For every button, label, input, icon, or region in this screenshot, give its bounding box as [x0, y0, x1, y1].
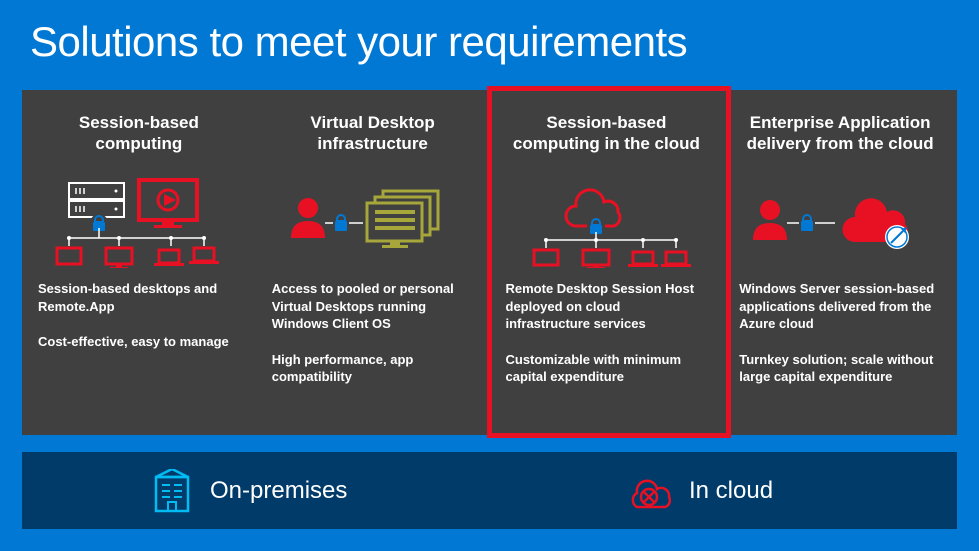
desc-text: Windows Server session-based application… [739, 280, 941, 333]
col-vdi: Virtual Desktop infrastructure [256, 90, 490, 435]
col-enterprise-cloud: Enterprise Application delivery from the… [723, 90, 957, 435]
desc-text: Access to pooled or personal Virtual Des… [272, 280, 474, 333]
col-session-cloud: Session-based computing in the cloud [490, 90, 724, 435]
col-title-3: Session-based computing in the cloud [506, 112, 708, 170]
building-icon [152, 469, 192, 513]
footer: On-premises In cloud [22, 452, 957, 529]
icon-enterprise-cloud [739, 175, 941, 270]
footer-label-left: On-premises [210, 477, 347, 505]
col-desc-2: Access to pooled or personal Virtual Des… [272, 280, 474, 404]
icon-session-cloud [506, 175, 708, 270]
col-title-1: Session-based computing [38, 112, 240, 170]
col-session-based: Session-based computing [22, 90, 256, 435]
col-title-4: Enterprise Application delivery from the… [739, 112, 941, 170]
cloud-icon [627, 473, 671, 509]
desc-text: High performance, app compatibility [272, 351, 474, 386]
slide: Solutions to meet your requirements Sess… [0, 0, 979, 551]
footer-cloud: In cloud [482, 452, 957, 529]
page-title: Solutions to meet your requirements [0, 0, 979, 66]
desc-text: Session-based desktops and Remote.App [38, 280, 240, 315]
col-title-2: Virtual Desktop infrastructure [272, 112, 474, 170]
col-desc-4: Windows Server session-based application… [739, 280, 941, 404]
desc-text: Customizable with minimum capital expend… [506, 351, 708, 386]
desc-text: Cost-effective, easy to manage [38, 333, 240, 351]
footer-label-right: In cloud [689, 477, 773, 505]
icon-vdi [272, 175, 474, 270]
desc-text: Turnkey solution; scale without large ca… [739, 351, 941, 386]
solutions-panel: Session-based computing [22, 90, 957, 435]
col-desc-1: Session-based desktops and Remote.App Co… [38, 280, 240, 369]
footer-onprem: On-premises [22, 452, 482, 529]
col-desc-3: Remote Desktop Session Host deployed on … [506, 280, 708, 404]
icon-session-based [38, 175, 240, 270]
desc-text: Remote Desktop Session Host deployed on … [506, 280, 708, 333]
